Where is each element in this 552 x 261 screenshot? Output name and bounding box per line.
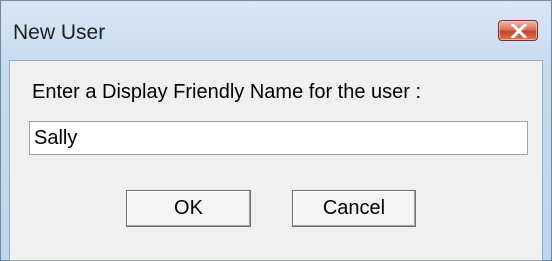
window-title: New User: [13, 21, 106, 44]
new-user-dialog: New User Enter a Display Friendly Name f…: [0, 0, 552, 261]
close-icon: [511, 24, 527, 38]
title-bar[interactable]: New User: [1, 1, 551, 59]
cancel-button[interactable]: Cancel: [292, 190, 416, 227]
display-name-prompt: Enter a Display Friendly Name for the us…: [32, 81, 422, 103]
display-name-input[interactable]: [29, 121, 528, 155]
close-button[interactable]: [498, 20, 538, 41]
ok-button[interactable]: OK: [126, 190, 251, 227]
dialog-body: Enter a Display Friendly Name for the us…: [9, 60, 543, 261]
